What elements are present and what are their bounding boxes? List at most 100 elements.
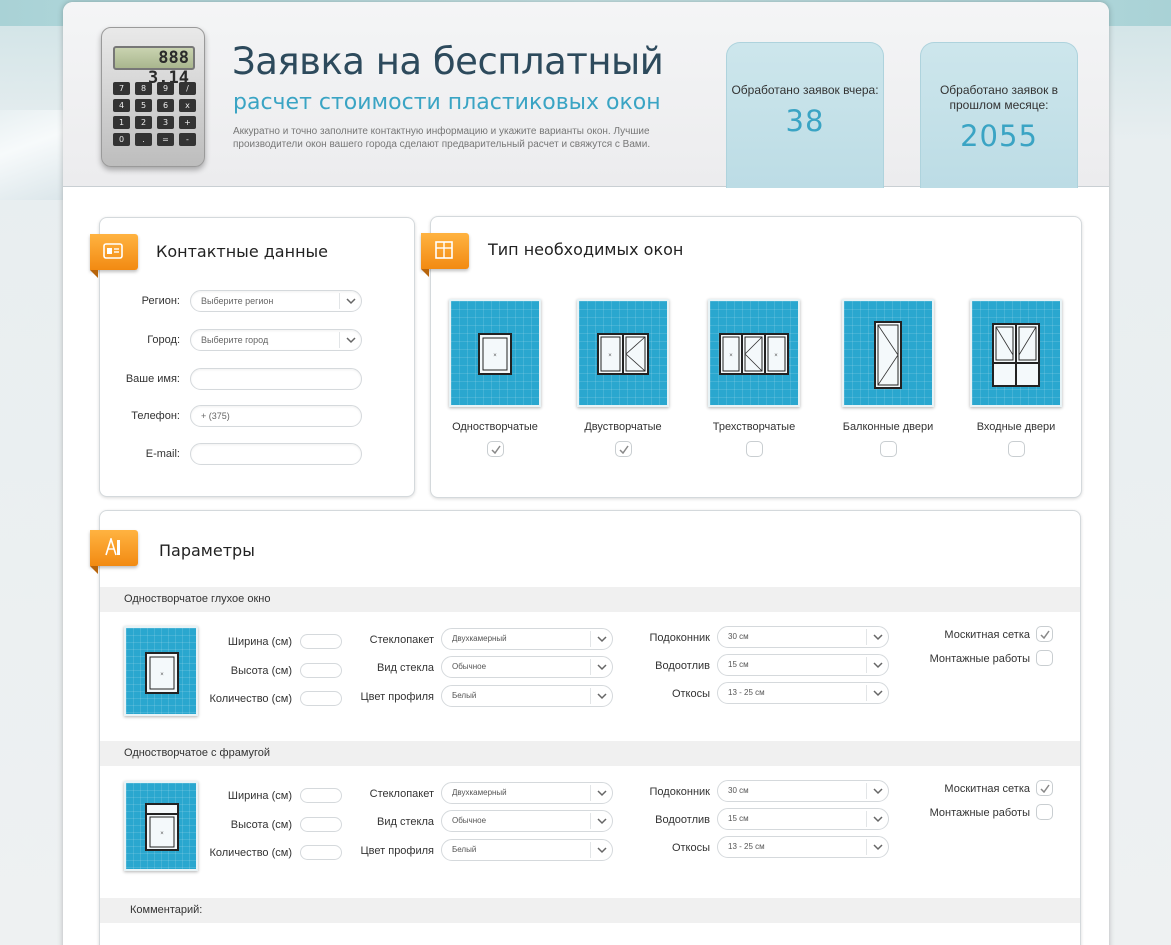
width-input[interactable] — [300, 788, 342, 803]
mosquito-net-checkbox[interactable] — [1036, 780, 1053, 796]
sill-select[interactable]: 30 см — [717, 626, 889, 648]
chevron-down-icon — [590, 842, 612, 858]
transom-window-icon: × — [145, 803, 179, 851]
profile-color-value: Белый — [452, 845, 477, 854]
sill-label: Подоконник — [649, 786, 710, 798]
window-types-badge — [421, 233, 469, 277]
checkmark-icon — [1040, 784, 1050, 793]
quantity-label: Количество (см) — [209, 847, 292, 859]
chevron-down-icon — [339, 332, 361, 348]
phone-label: Телефон: — [131, 410, 180, 422]
glass-unit-select[interactable]: Двухкамерный — [441, 782, 613, 804]
calculator-key: 0 — [113, 133, 130, 146]
chevron-down-icon — [590, 631, 612, 647]
mounting-checkbox[interactable] — [1036, 650, 1053, 666]
double-window-checkbox[interactable] — [614, 441, 632, 457]
window-icon — [435, 241, 453, 259]
width-input[interactable] — [300, 634, 342, 649]
chevron-down-icon — [590, 688, 612, 704]
glass-type-select[interactable]: Обычное — [441, 656, 613, 678]
mounting-checkbox[interactable] — [1036, 804, 1053, 820]
comment-bar: Комментарий: — [100, 898, 1080, 923]
calculator-key: + — [179, 116, 196, 129]
single-window-checkbox[interactable] — [486, 441, 504, 457]
double-window-icon: × — [597, 333, 649, 375]
height-label: Высота (см) — [230, 819, 292, 831]
ruler-pencil-icon — [105, 538, 120, 556]
profile-color-select[interactable]: Белый — [441, 839, 613, 861]
drain-value: 15 см — [728, 814, 749, 823]
window-type-balcony-door[interactable]: Балконные двери — [842, 299, 934, 457]
slopes-select[interactable]: 13 - 25 см — [717, 682, 889, 704]
slopes-select[interactable]: 13 - 25 см — [717, 836, 889, 858]
svg-text:×: × — [774, 353, 778, 359]
contacts-title: Контактные данные — [156, 242, 329, 261]
profile-color-value: Белый — [452, 691, 477, 700]
chevron-down-icon — [866, 839, 888, 855]
glass-type-select[interactable]: Обычное — [441, 810, 613, 832]
section-bar: Одностворчатое с фрамугой — [100, 741, 1080, 766]
calculator-key: / — [179, 82, 196, 95]
slopes-value: 13 - 25 см — [728, 842, 765, 851]
drain-select[interactable]: 15 см — [717, 654, 889, 676]
checkmark-icon — [618, 445, 629, 454]
quantity-input[interactable] — [300, 845, 342, 860]
chevron-down-icon — [339, 293, 361, 309]
stat-last-month: Обработано заявок в прошлом месяце: 2055 — [920, 42, 1078, 188]
entrance-door-image — [970, 299, 1062, 407]
single-window-icon: × — [478, 333, 512, 375]
chevron-down-icon — [590, 785, 612, 801]
glass-unit-label: Стеклопакет — [369, 634, 434, 646]
window-type-triple[interactable]: × × Трехстворчатые — [708, 299, 800, 457]
city-select[interactable]: Выберите город — [190, 329, 362, 351]
window-type-double[interactable]: × Двустворчатые — [577, 299, 669, 457]
email-label: E-mail: — [145, 448, 180, 460]
entrance-door-checkbox[interactable] — [1007, 441, 1025, 457]
slopes-label: Откосы — [671, 842, 710, 854]
window-type-label: Балконные двери — [842, 421, 934, 433]
region-select[interactable]: Выберите регион — [190, 290, 362, 312]
stat-label: Обработано заявок в прошлом месяце: — [939, 83, 1059, 112]
sill-value: 30 см — [728, 632, 749, 641]
chevron-down-icon — [866, 685, 888, 701]
calculator-key: 8 — [135, 82, 152, 95]
page-title: Заявка на бесплатный — [232, 40, 664, 83]
phone-input[interactable]: + (375) — [190, 405, 362, 427]
window-type-entrance-door[interactable]: Входные двери — [970, 299, 1062, 457]
profile-color-select[interactable]: Белый — [441, 685, 613, 707]
stat-value: 38 — [785, 104, 825, 138]
height-input[interactable] — [300, 663, 342, 678]
quantity-input[interactable] — [300, 691, 342, 706]
mosquito-net-checkbox[interactable] — [1036, 626, 1053, 642]
calculator-key: - — [179, 133, 196, 146]
drain-value: 15 см — [728, 660, 749, 669]
drain-label: Водоотлив — [655, 814, 710, 826]
glass-type-label: Вид стекла — [377, 662, 434, 674]
drain-select[interactable]: 15 см — [717, 808, 889, 830]
height-input[interactable] — [300, 817, 342, 832]
balcony-door-checkbox[interactable] — [879, 441, 897, 457]
glass-unit-select[interactable]: Двухкамерный — [441, 628, 613, 650]
stat-label: Обработано заявок вчера: — [731, 83, 879, 97]
name-input[interactable] — [190, 368, 362, 390]
triple-window-image: × × — [708, 299, 800, 407]
window-type-single[interactable]: × Одностворчатые — [449, 299, 541, 457]
calculator-key: . — [135, 133, 152, 146]
triple-window-checkbox[interactable] — [745, 441, 763, 457]
params-title: Параметры — [159, 541, 255, 560]
window-type-label: Двустворчатые — [584, 421, 662, 433]
header: 888 3.14 7 8 9 / 4 5 6 x 1 2 3 + 0 . = -… — [63, 2, 1109, 188]
chevron-down-icon — [590, 813, 612, 829]
sill-value: 30 см — [728, 786, 749, 795]
sill-select[interactable]: 30 см — [717, 780, 889, 802]
email-input[interactable] — [190, 443, 362, 465]
calculator-keys: 7 8 9 / 4 5 6 x 1 2 3 + 0 . = - — [113, 82, 197, 146]
chevron-down-icon — [866, 657, 888, 673]
entrance-door-icon — [992, 323, 1040, 387]
calculator-key: x — [179, 99, 196, 112]
calculator-key: = — [157, 133, 174, 146]
section-thumbnail: × — [124, 781, 198, 871]
window-types-title: Тип необходимых окон — [488, 240, 684, 259]
chevron-down-icon — [866, 629, 888, 645]
window-type-label: Входные двери — [976, 421, 1056, 433]
